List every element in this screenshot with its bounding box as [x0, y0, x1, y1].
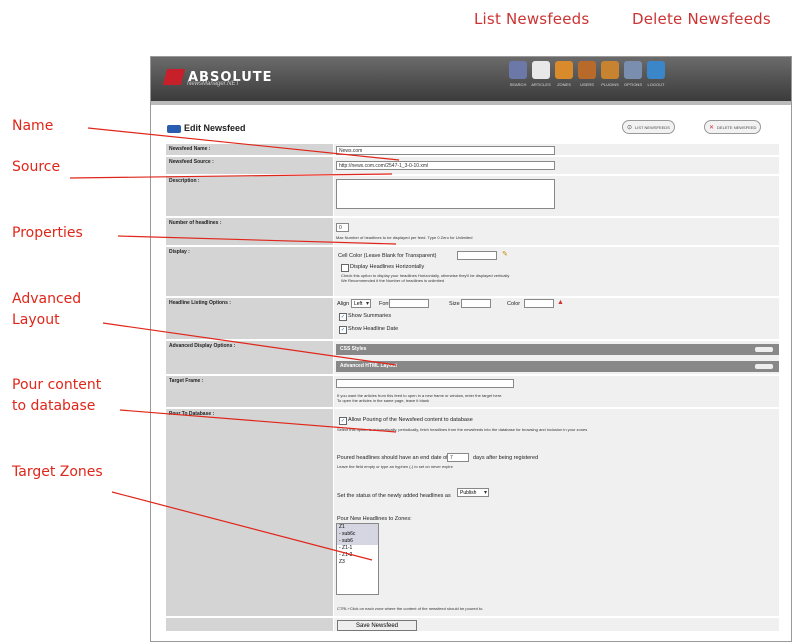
annotation-line-pour: [119, 409, 397, 433]
annotation-line-source: [69, 173, 393, 179]
annotation-lines: [69, 127, 400, 561]
annotation-line-advanced: [102, 322, 397, 366]
annotation-line-properties: [117, 235, 397, 245]
annotation-line-zones: [111, 491, 373, 561]
annotation-line-name: [87, 127, 400, 161]
